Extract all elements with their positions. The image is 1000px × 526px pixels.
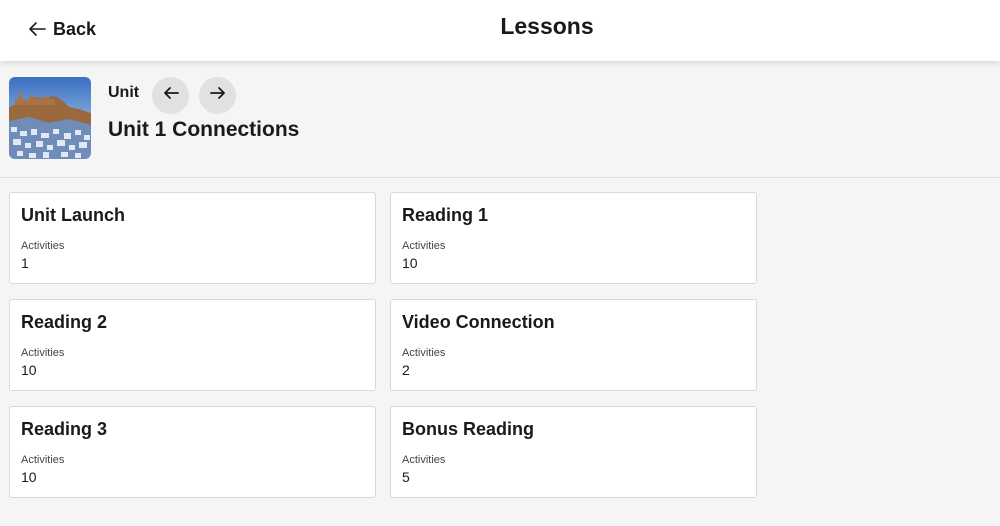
next-unit-button[interactable]	[199, 77, 236, 114]
arrow-right-icon	[209, 85, 227, 106]
arrow-left-icon	[162, 85, 180, 106]
activities-count: 2	[402, 362, 410, 378]
lesson-title: Reading 3	[21, 419, 108, 439]
lesson-title: Video Connection	[402, 312, 555, 332]
activities-count: 5	[402, 469, 410, 485]
lesson-card-unit-launch[interactable]: Unit Launch Activities 1	[9, 192, 376, 284]
lesson-card-reading-1[interactable]: Reading 1 Activities 10	[390, 192, 757, 284]
activities-label: Activities	[21, 454, 65, 466]
lesson-title: Bonus Reading	[402, 419, 535, 439]
lesson-list: Unit Launch Activities 1 Reading 1 Activ…	[9, 192, 757, 498]
activities-label: Activities	[21, 240, 65, 252]
page-title: Lessons	[500, 13, 594, 39]
lesson-card-reading-3[interactable]: Reading 3 Activities 10	[9, 406, 376, 498]
lesson-card-bonus-reading[interactable]: Bonus Reading Activities 5	[390, 406, 757, 498]
activities-label: Activities	[21, 347, 65, 359]
unit-label: Unit	[108, 84, 140, 101]
activities-count: 10	[21, 362, 37, 378]
activities-label: Activities	[402, 454, 446, 466]
activities-count: 10	[21, 469, 37, 485]
activities-label: Activities	[402, 347, 446, 359]
lesson-card-video-connection[interactable]: Video Connection Activities 2	[390, 299, 757, 391]
activities-count: 1	[21, 255, 29, 271]
lesson-title: Reading 1	[402, 205, 489, 225]
activities-count: 10	[402, 255, 418, 271]
unit-header: Unit Unit 1 Connections	[0, 61, 1000, 178]
activities-label: Activities	[402, 240, 446, 252]
previous-unit-button[interactable]	[152, 77, 189, 114]
top-bar: Back Lessons	[0, 0, 1000, 61]
unit-title: Unit 1 Connections	[108, 118, 300, 141]
unit-thumbnail-image	[9, 77, 91, 159]
lesson-card-reading-2[interactable]: Reading 2 Activities 10	[9, 299, 376, 391]
lesson-title: Reading 2	[21, 312, 108, 332]
lesson-title: Unit Launch	[21, 205, 125, 225]
